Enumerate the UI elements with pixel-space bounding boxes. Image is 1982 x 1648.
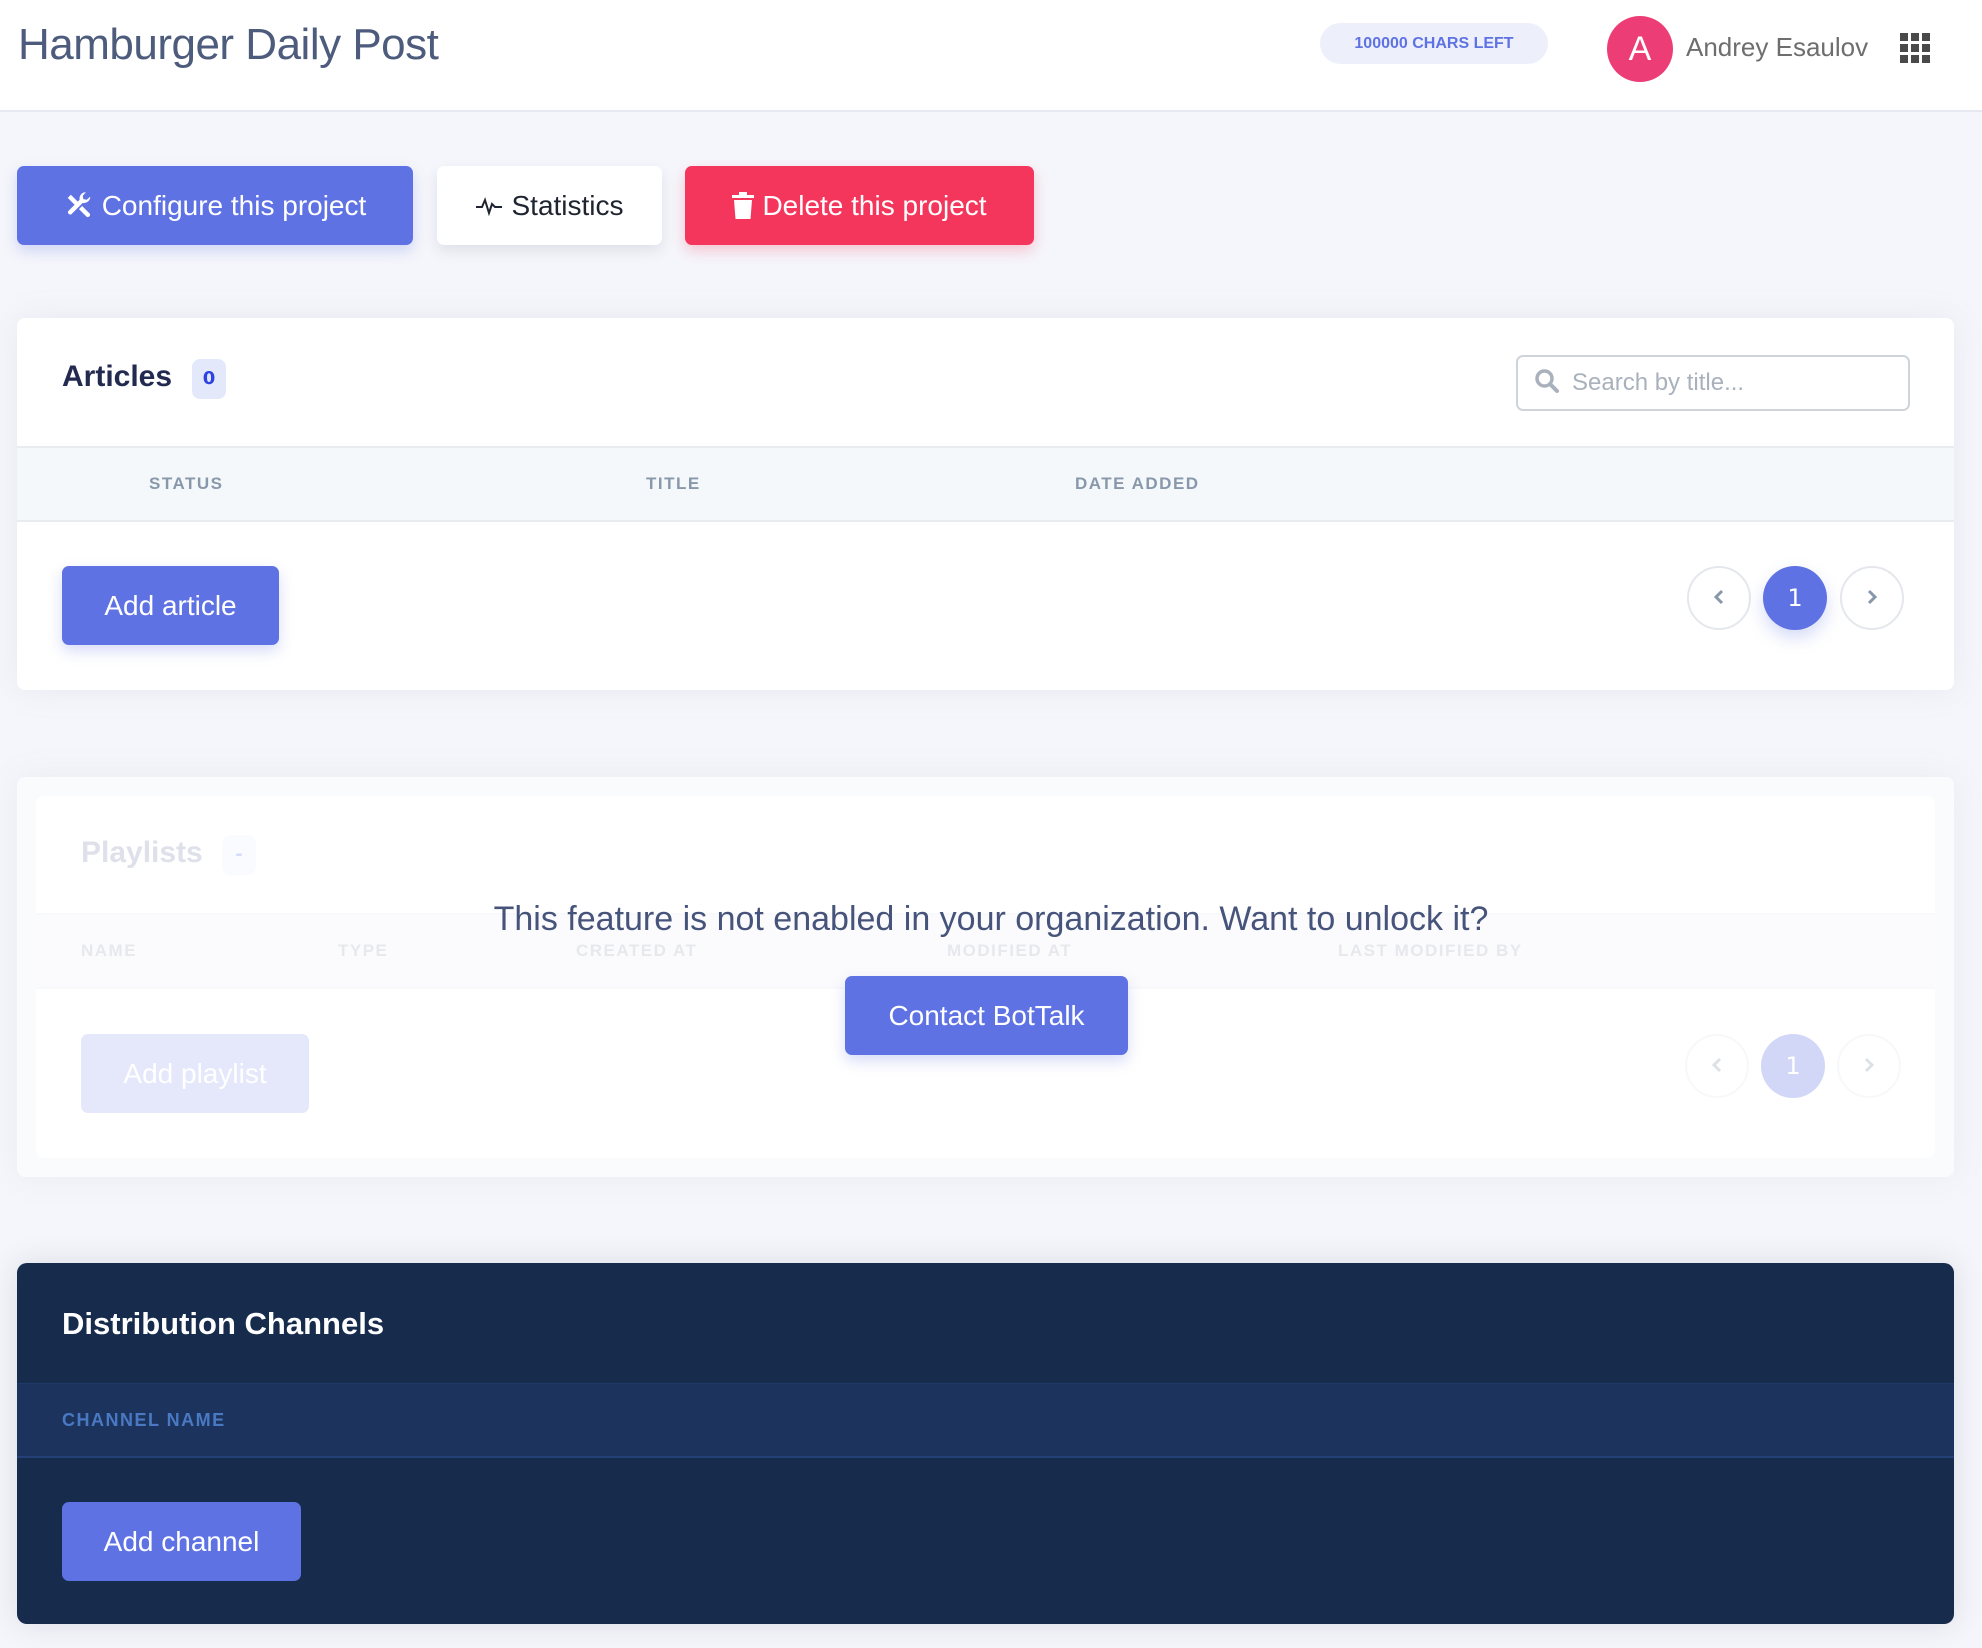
column-header-date-added[interactable]: DATE ADDED — [1075, 474, 1200, 494]
column-header-last-modified-by: LAST MODIFIED BY — [1338, 941, 1523, 960]
statistics-label: Statistics — [511, 189, 624, 221]
chevron-left-icon — [1710, 1052, 1724, 1080]
pulse-icon — [475, 196, 503, 216]
column-header-name: NAME — [81, 941, 138, 960]
statistics-button[interactable]: Statistics — [437, 166, 662, 245]
top-bar: Hamburger Daily Post 100000 CHARS LEFT A… — [0, 0, 1982, 112]
configure-project-button[interactable]: Configure this project — [17, 166, 413, 245]
grid-icon[interactable] — [1900, 33, 1930, 63]
playlists-title: Playlists — [81, 836, 203, 869]
avatar[interactable]: A — [1607, 16, 1673, 82]
search-input[interactable] — [1572, 369, 1892, 397]
pagination-prev-button[interactable] — [1687, 566, 1751, 630]
column-header-type: TYPE — [338, 941, 389, 960]
column-header-status[interactable]: STATUS — [149, 474, 223, 494]
pagination-next-button[interactable] — [1840, 566, 1904, 630]
distribution-channels-card: Distribution Channels CHANNEL NAME Add c… — [17, 1263, 1954, 1624]
articles-title: Articles — [62, 360, 173, 393]
column-header-created-at: CREATED AT — [576, 941, 698, 960]
project-title: Hamburger Daily Post — [18, 20, 439, 69]
articles-count-badge: 0 — [192, 359, 226, 399]
playlists-count-badge: - — [222, 835, 256, 875]
add-channel-button[interactable]: Add channel — [62, 1502, 301, 1581]
search-icon — [1534, 368, 1560, 398]
playlists-pagination-next — [1837, 1034, 1901, 1098]
chars-left-badge: 100000 CHARS LEFT — [1320, 23, 1548, 64]
delete-project-button[interactable]: Delete this project — [685, 166, 1034, 245]
add-playlist-button: Add playlist — [81, 1034, 309, 1113]
playlists-pagination-prev — [1685, 1034, 1749, 1098]
distribution-table-header: CHANNEL NAME — [17, 1383, 1954, 1458]
chevron-right-icon — [1862, 1052, 1876, 1080]
feature-locked-message: This feature is not enabled in your orga… — [493, 900, 1489, 938]
column-header-channel-name[interactable]: CHANNEL NAME — [62, 1410, 226, 1431]
chevron-left-icon — [1712, 584, 1726, 612]
user-name[interactable]: Andrey Esaulov — [1686, 32, 1868, 63]
chevron-right-icon — [1865, 584, 1879, 612]
add-article-button[interactable]: Add article — [62, 566, 279, 645]
configure-label: Configure this project — [101, 189, 367, 221]
articles-table-header: STATUS TITLE DATE ADDED — [17, 446, 1954, 522]
pagination-page-1[interactable]: 1 — [1763, 566, 1827, 630]
delete-label: Delete this project — [762, 189, 987, 221]
contact-bottalk-button[interactable]: Contact BotTalk — [845, 976, 1128, 1055]
article-search-field[interactable] — [1516, 355, 1910, 411]
trash-icon — [732, 191, 755, 220]
distribution-title: Distribution Channels — [62, 1306, 385, 1341]
playlists-pagination-page-1: 1 — [1761, 1034, 1825, 1098]
tools-icon — [64, 191, 94, 221]
column-header-title[interactable]: TITLE — [646, 474, 701, 494]
column-header-modified-at: MODIFIED AT — [947, 941, 1073, 960]
